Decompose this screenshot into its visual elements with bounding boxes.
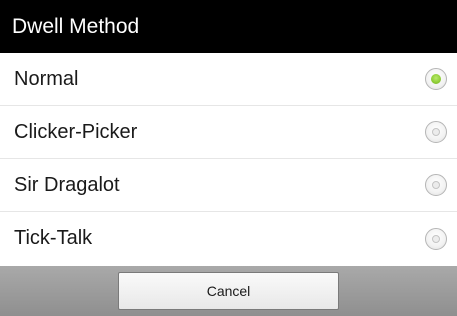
option-label: Tick-Talk <box>14 227 93 249</box>
option-clicker-picker[interactable]: Clicker-Picker <box>0 106 457 159</box>
option-normal[interactable]: Normal <box>0 53 457 106</box>
dialog-title: Dwell Method <box>12 14 140 38</box>
radio-button-icon[interactable] <box>425 174 447 196</box>
radio-button-icon[interactable] <box>425 121 447 143</box>
option-sir-dragalot[interactable]: Sir Dragalot <box>0 159 457 212</box>
radio-button-icon[interactable] <box>425 68 447 90</box>
option-label: Sir Dragalot <box>14 173 120 196</box>
radio-dot <box>432 181 440 189</box>
option-label: Normal <box>14 67 79 90</box>
radio-dot <box>432 234 440 243</box>
radio-selected-dot <box>431 74 441 84</box>
options-list: Normal Clicker-Picker Sir Dragalot Tick-… <box>0 53 457 265</box>
dialog-title-bar: Dwell Method <box>0 0 457 53</box>
option-tick-talk[interactable]: Tick-Talk <box>0 212 457 265</box>
radio-button-icon[interactable] <box>425 227 447 250</box>
option-label: Clicker-Picker <box>14 120 138 143</box>
radio-dot <box>432 128 440 136</box>
dwell-method-dialog: Dwell Method Normal Clicker-Picker Sir D… <box>0 0 457 316</box>
cancel-button[interactable]: Cancel <box>118 272 339 310</box>
button-bar: Cancel <box>0 266 457 316</box>
